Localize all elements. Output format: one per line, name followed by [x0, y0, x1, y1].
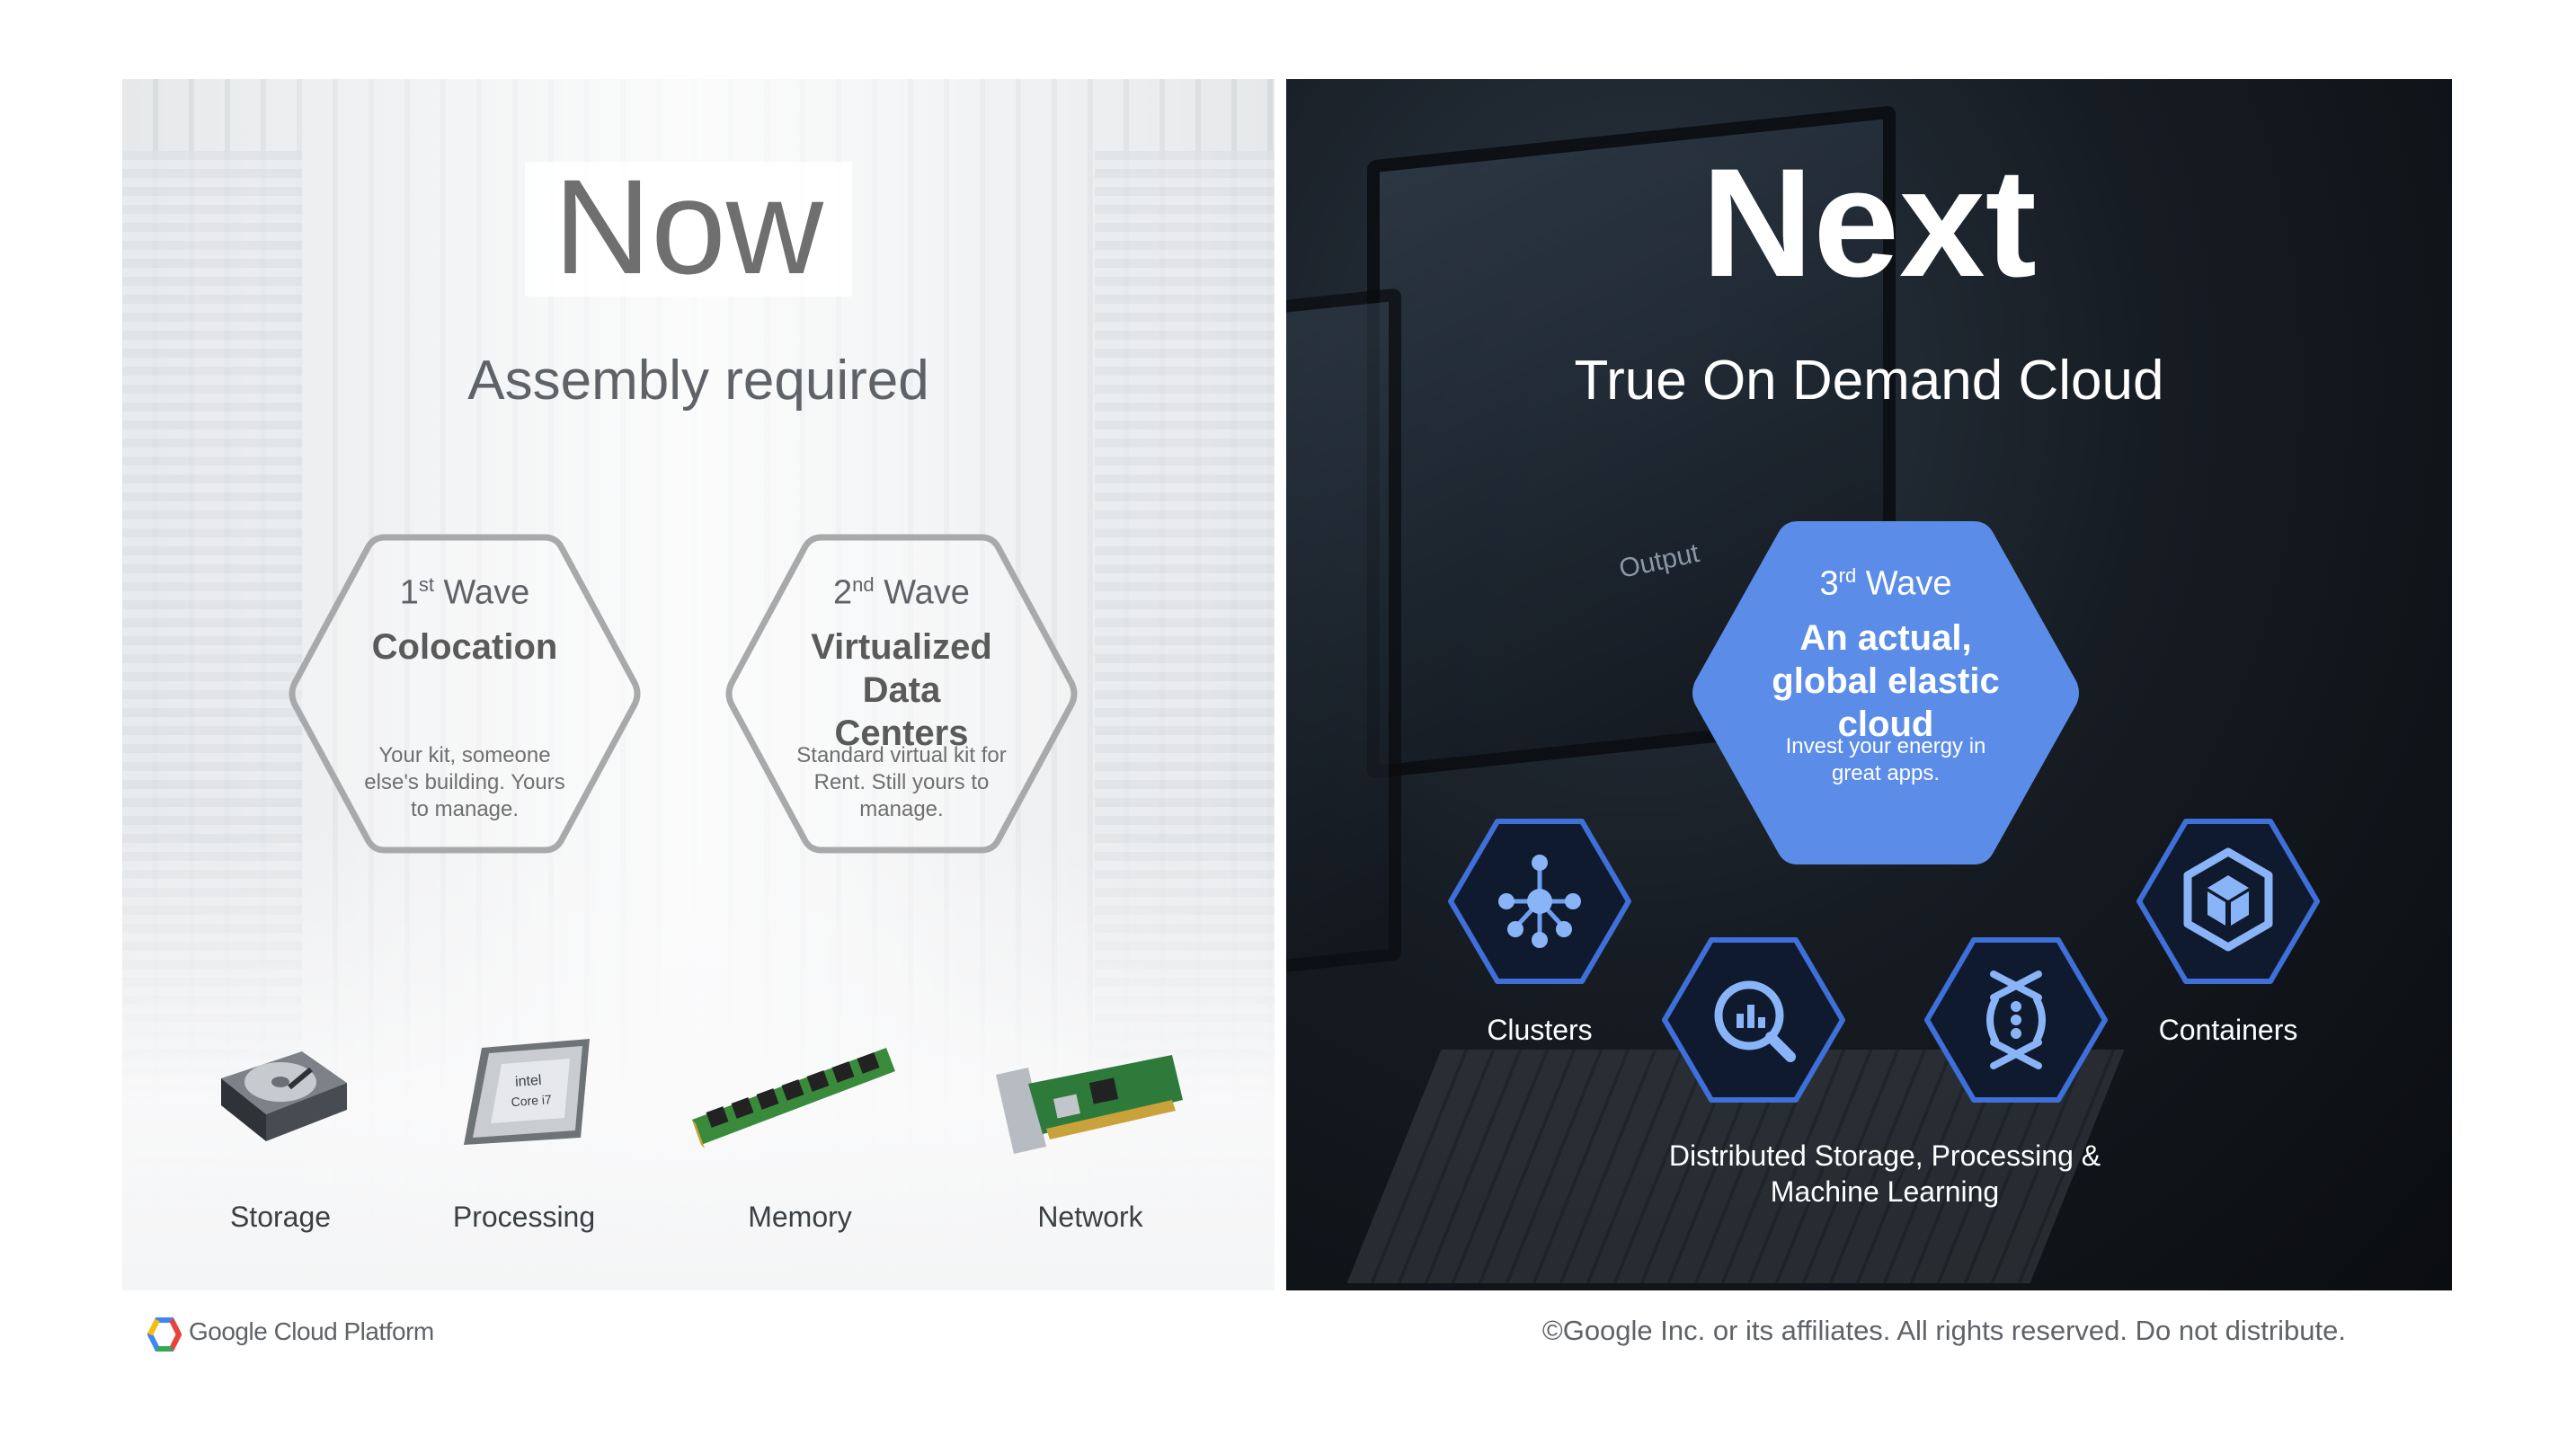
wave-description: Your kit, someone else's building. Yours… — [364, 743, 565, 821]
wave-description: Invest your energy in great apps. — [1785, 734, 1986, 785]
hardware-label: Processing — [452, 1201, 596, 1233]
wave-description: Standard virtual kit for Rent. Still you… — [796, 743, 1007, 821]
first-wave-hexagon: 1st Wave Colocation Your kit, someone el… — [286, 532, 644, 855]
now-title: Now — [553, 151, 824, 302]
second-wave-hexagon: 2nd Wave Virtualized Data Centers Standa… — [723, 532, 1080, 855]
clusters-icon — [1445, 816, 1634, 987]
google-cloud-logo-icon — [147, 1317, 182, 1352]
footer-copyright: ©Google Inc. or its affiliates. All righ… — [1541, 1315, 2346, 1346]
service-label-clusters: Clusters — [1487, 1014, 1593, 1046]
footer-brand: Google Cloud Platform — [189, 1317, 434, 1345]
wave-label: 2nd Wave — [833, 573, 970, 612]
hard-drive-icon — [203, 1042, 356, 1150]
third-wave-hexagon: 3rd Wave An actual, global elastic cloud… — [1688, 518, 2083, 868]
slide: Now Assembly required 1st Wave Colocatio… — [0, 0, 2576, 1445]
dataflow-icon — [1922, 935, 2110, 1105]
wave-label: 1st Wave — [399, 573, 530, 612]
wave-title: Colocation — [371, 627, 558, 667]
wave-title: An actual, global elastic cloud — [1772, 618, 2000, 744]
next-subtitle: True On Demand Cloud — [1574, 350, 2164, 412]
svg-text:intel: intel — [515, 1073, 542, 1090]
wave-label: 3rd Wave — [1819, 564, 1952, 603]
ram-module-icon — [687, 1032, 899, 1157]
wave-title: Virtualized Data Centers — [811, 627, 992, 753]
svg-text:Core i7: Core i7 — [511, 1092, 552, 1109]
hardware-label: Network — [1037, 1201, 1143, 1233]
hardware-label: Storage — [229, 1201, 332, 1233]
next-title: Next — [1701, 137, 2037, 309]
network-card-icon — [992, 1048, 1186, 1156]
bigquery-icon — [1659, 935, 1848, 1105]
now-subtitle: Assembly required — [467, 350, 929, 412]
service-label-distributed: Distributed Storage, Processing & Machin… — [1668, 1139, 2101, 1208]
cpu-chip-icon: intel Core i7 — [455, 1030, 599, 1156]
hardware-label: Memory — [748, 1201, 852, 1233]
containers-icon — [2134, 816, 2323, 987]
service-label-containers: Containers — [2158, 1014, 2298, 1046]
